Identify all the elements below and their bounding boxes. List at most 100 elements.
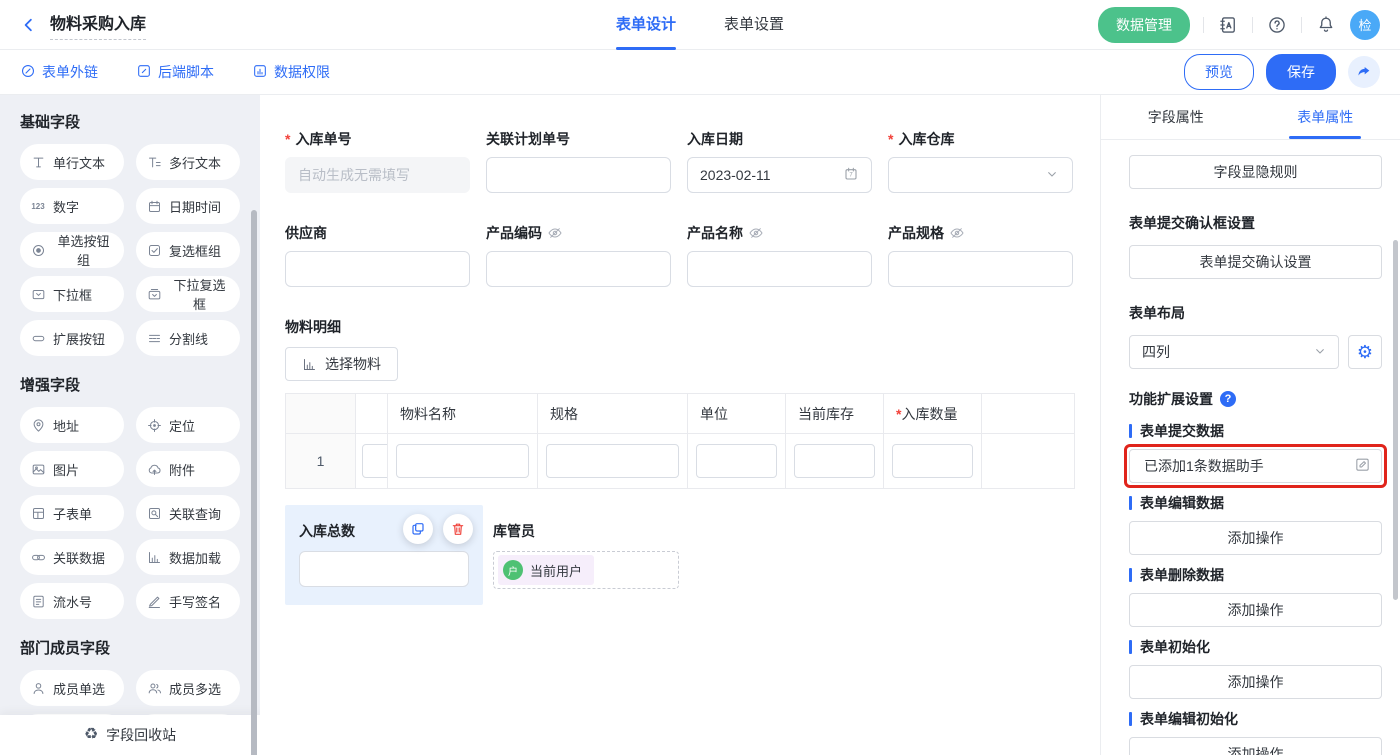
toolbar-link-1[interactable]: 表单外链 [20, 62, 98, 82]
help-icon[interactable] [1266, 14, 1288, 36]
notification-bell-icon[interactable] [1315, 14, 1337, 36]
header-tab-1[interactable]: 表单设计 [616, 0, 676, 50]
extension-group-title: 表单编辑数据 [1129, 493, 1382, 513]
field-关联计划单号[interactable]: 关联计划单号 [486, 129, 671, 193]
sidebar-item-location[interactable]: 定位 [136, 407, 240, 443]
toolbar-link-label: 后端脚本 [158, 62, 214, 82]
subform-cell-input[interactable] [794, 444, 875, 478]
delete-field-button[interactable] [443, 514, 473, 544]
back-icon[interactable] [20, 15, 40, 35]
subform-cell [356, 434, 388, 489]
subform-cell-input[interactable] [546, 444, 679, 478]
sidebar-item-attachment[interactable]: 附件 [136, 451, 240, 487]
subform-cell-input[interactable] [892, 444, 973, 478]
text-input[interactable] [486, 251, 671, 287]
select-input[interactable] [888, 157, 1073, 193]
field-入库仓库[interactable]: *入库仓库 [888, 129, 1073, 193]
sidebar-item-dropdown-multi[interactable]: 下拉复选框 [136, 276, 240, 312]
data-manage-button[interactable]: 数据管理 [1098, 7, 1190, 43]
current-user-tag[interactable]: 户 当前用户 [498, 555, 594, 585]
sidebar-item-dropdown[interactable]: 下拉框 [20, 276, 124, 312]
extension-action-button[interactable]: 添加操作 [1129, 593, 1382, 627]
field-label: 供应商 [285, 223, 470, 243]
sidebar-item-data-load[interactable]: 数据加载 [136, 539, 240, 575]
select-material-button[interactable]: 选择物料 [285, 347, 398, 381]
extension-action-button[interactable]: 添加操作 [1129, 665, 1382, 699]
panel-scrollbar[interactable] [1393, 240, 1398, 600]
sidebar-item-number[interactable]: 123数字 [20, 188, 124, 224]
field-产品名称[interactable]: 产品名称 [687, 223, 872, 287]
field-入库日期[interactable]: 入库日期2023-02-117 [687, 129, 872, 193]
field-入库单号[interactable]: *入库单号自动生成无需填写 [285, 129, 470, 193]
sidebar-item-link-data[interactable]: 关联数据 [20, 539, 124, 575]
extension-group-title-text: 表单初始化 [1140, 637, 1210, 657]
duplicate-field-button[interactable] [403, 514, 433, 544]
sidebar-item-signature[interactable]: 手写签名 [136, 583, 240, 619]
extension-action-label: 添加操作 [1228, 672, 1284, 692]
sidebar-item-radio-group[interactable]: 单选按钮组 [20, 232, 124, 268]
extension-action-button[interactable]: 已添加1条数据助手 [1129, 449, 1382, 483]
field-产品规格[interactable]: 产品规格 [888, 223, 1073, 287]
field-recycle-bin[interactable]: ♻ 字段回收站 [0, 715, 260, 755]
sidebar-item-checkbox-group[interactable]: 复选框组 [136, 232, 240, 268]
preview-button[interactable]: 预览 [1184, 54, 1254, 90]
layout-select[interactable]: 四列 [1129, 335, 1339, 369]
sidebar-item-subform[interactable]: 子表单 [20, 495, 124, 531]
field-产品编码[interactable]: 产品编码 [486, 223, 671, 287]
share-button[interactable] [1348, 56, 1380, 88]
save-button[interactable]: 保存 [1266, 54, 1336, 90]
sidebar-item-image[interactable]: 图片 [20, 451, 124, 487]
sidebar-item-ext-button[interactable]: 扩展按钮 [20, 320, 124, 356]
subform-cell-input[interactable] [362, 444, 388, 478]
subform-cell-input[interactable] [696, 444, 777, 478]
toolbar-link-2[interactable]: 后端脚本 [136, 62, 214, 82]
form-title[interactable]: 物料采购入库 [50, 10, 146, 40]
extension-action-label: 添加操作 [1228, 600, 1284, 620]
text-input[interactable] [888, 251, 1073, 287]
address-book-icon[interactable] [1217, 14, 1239, 36]
submit-confirm-settings-button[interactable]: 表单提交确认设置 [1129, 245, 1382, 279]
extension-action-button[interactable]: 添加操作 [1129, 521, 1382, 555]
panel-tab-1[interactable]: 字段属性 [1101, 95, 1251, 139]
sidebar-item-serial-number[interactable]: 流水号 [20, 583, 124, 619]
extension-action-button[interactable]: 添加操作 [1129, 737, 1382, 755]
subform-cell: 1 [286, 434, 356, 489]
field-visibility-rules-button[interactable]: 字段显隐规则 [1129, 155, 1382, 189]
subform-header-row: 物料名称规格单位当前库存*入库数量 [286, 394, 1075, 434]
sidebar-item-divider[interactable]: 分割线 [136, 320, 240, 356]
field-供应商[interactable]: 供应商 [285, 223, 470, 287]
sidebar-item-label: 关联查询 [169, 504, 221, 523]
toolbar-link-3[interactable]: 数据权限 [252, 62, 330, 82]
sidebar-item-label: 成员单选 [53, 679, 105, 698]
edit-icon[interactable] [1354, 456, 1371, 476]
sidebar-item-single-line-text[interactable]: 单行文本 [20, 144, 124, 180]
field-total-count-selected[interactable]: 入库总数 [285, 505, 483, 605]
text-input[interactable] [486, 157, 671, 193]
subform-cell-input[interactable] [396, 444, 529, 478]
date-input[interactable]: 2023-02-117 [687, 157, 872, 193]
panel-tab-2[interactable]: 表单属性 [1251, 95, 1400, 139]
extension-group-3: 表单删除数据添加操作 [1129, 565, 1382, 627]
sidebar-item-multi-line-text[interactable]: 多行文本 [136, 144, 240, 180]
keeper-input[interactable]: 户 当前用户 [493, 551, 679, 589]
panel-tabs: 字段属性表单属性 [1101, 95, 1400, 140]
user-avatar[interactable]: 检 [1350, 10, 1380, 40]
subform-icon [30, 505, 46, 521]
sidebar-item-lookup[interactable]: 关联查询 [136, 495, 240, 531]
sidebar-item-address[interactable]: 地址 [20, 407, 124, 443]
sidebar-scrollbar[interactable] [251, 210, 257, 755]
layout-settings-button[interactable]: ⚙ [1348, 335, 1382, 369]
sidebar-item-member-single[interactable]: 成员单选 [20, 670, 124, 706]
field-label: 产品编码 [486, 223, 671, 243]
svg-text:7: 7 [849, 172, 853, 178]
total-count-input[interactable] [299, 551, 469, 587]
header-tab-2[interactable]: 表单设置 [724, 0, 784, 50]
text-input[interactable] [285, 251, 470, 287]
sidebar-item-datetime[interactable]: 日期时间 [136, 188, 240, 224]
sidebar-item-member-multi[interactable]: 成员多选 [136, 670, 240, 706]
sidebar-item-label: 数据加载 [169, 548, 221, 567]
text-input[interactable] [687, 251, 872, 287]
extensions-help-icon[interactable]: ? [1220, 391, 1236, 407]
field-warehouse-keeper[interactable]: 库管员 户 当前用户 [493, 505, 679, 589]
field-label: *入库仓库 [888, 129, 1073, 149]
